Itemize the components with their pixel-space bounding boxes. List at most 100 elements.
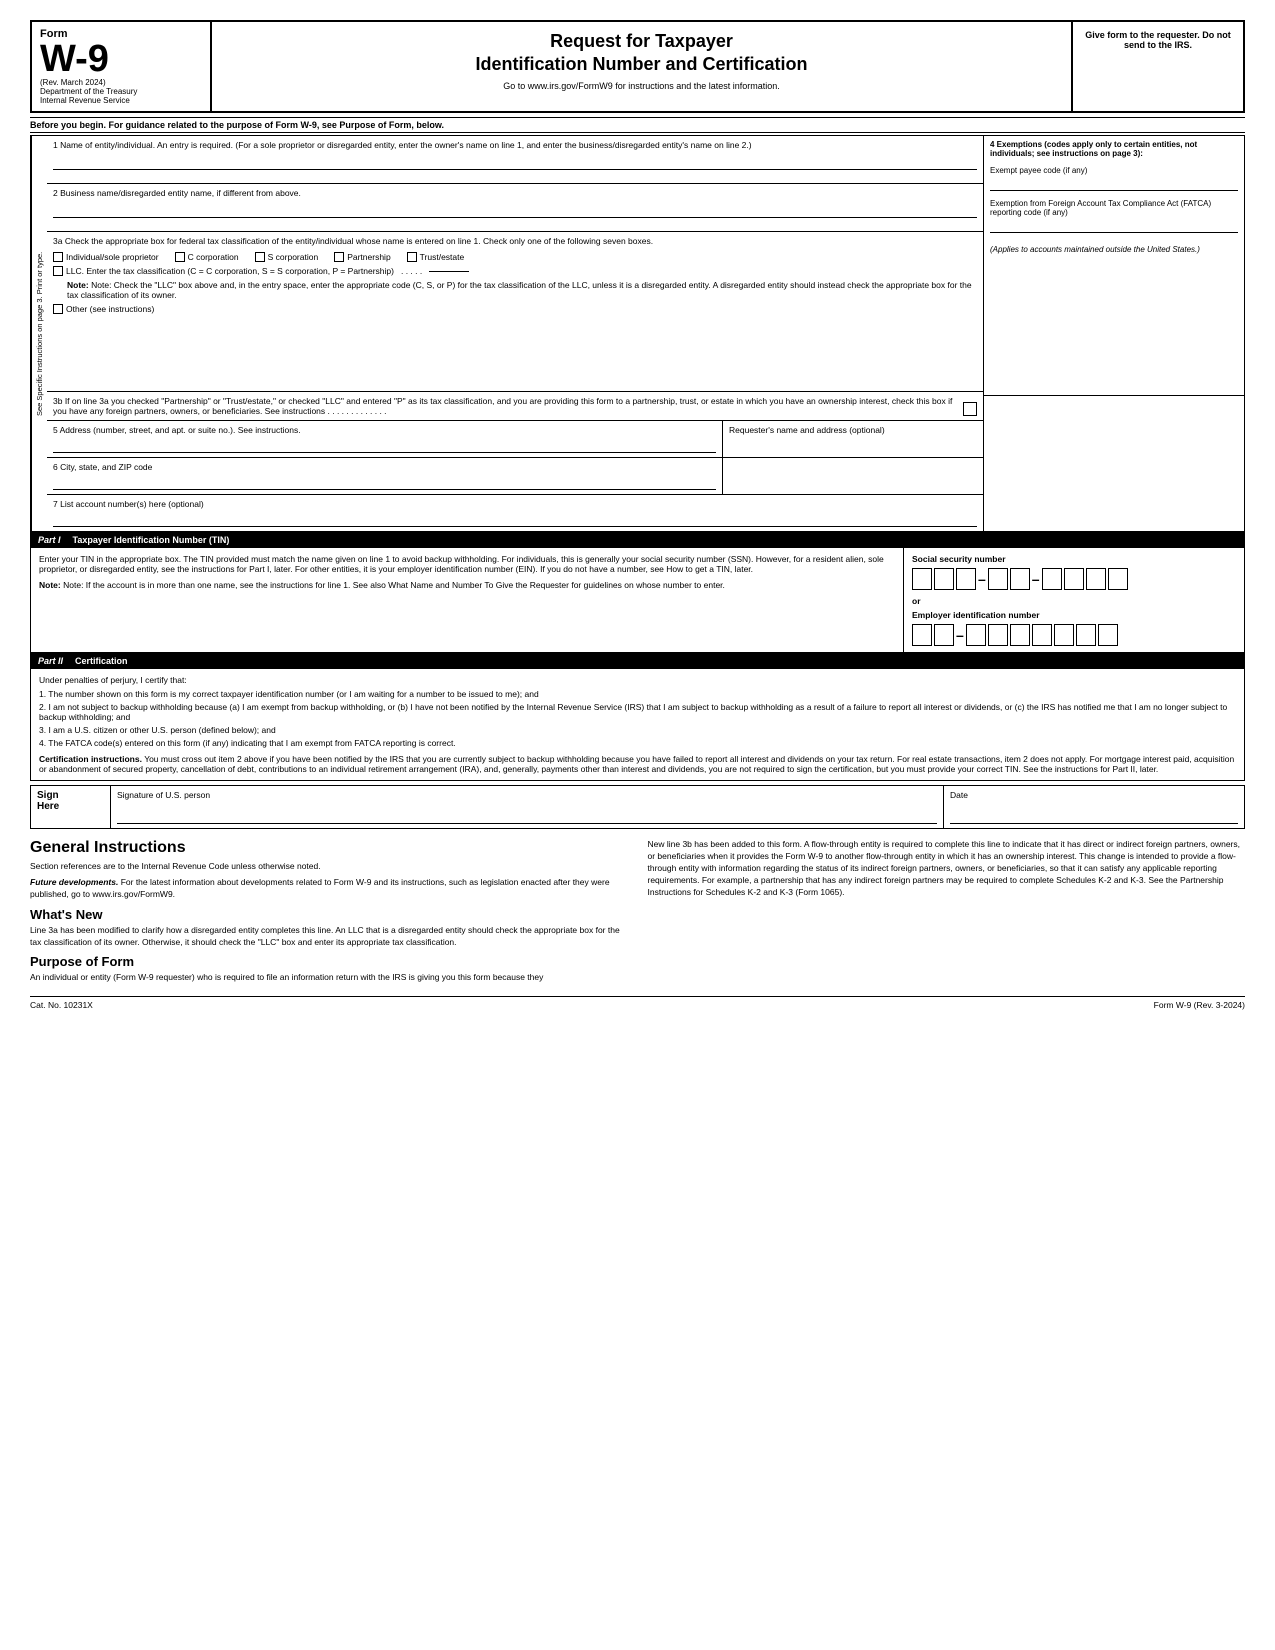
cert-instructions-label: Certification instructions. [39,754,142,764]
field-1-input[interactable] [53,154,977,170]
field-5-label: 5 Address (number, street, and apt. or s… [53,425,716,435]
tin-note: Note: Note: If the account is in more th… [39,580,895,590]
checkbox-s-corp[interactable]: S corporation [255,252,319,262]
ein-cell-1[interactable] [912,624,932,646]
header-form-id: Form W-9 (Rev. March 2024) Department of… [32,22,212,111]
field-1-row: 1 Name of entity/individual. An entry is… [47,136,983,184]
field-5-right: Requester's name and address (optional) [723,421,983,457]
ssn-cell-2[interactable] [934,568,954,590]
ssn-cell-1[interactable] [912,568,932,590]
url-instruction: Go to www.irs.gov/FormW9 for instruction… [222,81,1061,91]
llc-note: Note: Note: Check the "LLC" box above an… [67,280,977,300]
applies-note: (Applies to accounts maintained outside … [990,245,1238,254]
checkbox-llc-box[interactable] [53,266,63,276]
checkbox-individual[interactable]: Individual/sole proprietor [53,252,159,262]
checkbox-partnership-label: Partnership [347,252,390,262]
ein-boxes: – [912,624,1236,646]
page-footer: Cat. No. 10231X Form W-9 (Rev. 3-2024) [30,996,1245,1010]
part-1-header: Part I Taxpayer Identification Number (T… [30,532,1245,548]
cert-item-2: 2. I am not subject to backup withholdin… [39,702,1236,722]
ein-dash: – [956,627,964,643]
field-3a-label: 3a Check the appropriate box for federal… [53,236,977,246]
field-3b-row: 3b If on line 3a you checked "Partnershi… [47,392,983,421]
part-1-title: Taxpayer Identification Number (TIN) [73,535,230,545]
exemptions-section: 4 Exemptions (codes apply only to certai… [984,136,1244,396]
main-form-body: See Specific Instructions on page 3. Pri… [30,135,1245,532]
checkbox-s-corp-box[interactable] [255,252,265,262]
checkbox-trust-box[interactable] [407,252,417,262]
cert-intro: Under penalties of perjury, I certify th… [39,675,1236,685]
form-fields-left: 1 Name of entity/individual. An entry is… [47,136,984,531]
field-5-left: 5 Address (number, street, and apt. or s… [47,421,723,457]
llc-note-text: Note: Check the "LLC" box above and, in … [67,280,972,300]
whats-new-text: Line 3a has been modified to clarify how… [30,925,628,949]
ein-cell-8[interactable] [1076,624,1096,646]
checkbox-partnership[interactable]: Partnership [334,252,390,262]
date-area[interactable]: Date [944,786,1244,828]
form-right-panel: 4 Exemptions (codes apply only to certai… [984,136,1244,531]
cert-item-1: 1. The number shown on this form is my c… [39,689,1236,699]
llc-note-bold: Note: [67,280,89,290]
ssn-cell-5[interactable] [1010,568,1030,590]
field-5-input[interactable] [53,439,716,453]
ein-cell-5[interactable] [1010,624,1030,646]
ssn-cell-8[interactable] [1086,568,1106,590]
or-text: or [912,596,1236,606]
checkbox-row-other: Other (see instructions) [53,304,977,314]
checkbox-other[interactable]: Other (see instructions) [53,304,154,314]
field-6-input[interactable] [53,476,716,490]
cert-item-3: 3. I am a U.S. citizen or other U.S. per… [39,725,1236,735]
ein-cell-4[interactable] [988,624,1008,646]
field-3b-checkbox[interactable] [963,402,977,416]
gen-title: General Instructions [30,839,628,857]
field-3b-text: 3b If on line 3a you checked "Partnershi… [53,396,955,416]
ssn-cell-6[interactable] [1042,568,1062,590]
purpose-title: Purpose of Form [30,954,628,969]
tin-instructions-text: Enter your TIN in the appropriate box. T… [39,554,895,574]
new-line-3b-text: New line 3b has been added to this form.… [648,839,1246,898]
checkbox-s-corp-label: S corporation [268,252,319,262]
llc-dots: . . . . . [401,266,422,276]
ssn-cell-3[interactable] [956,568,976,590]
part-2-label: Part II [38,656,63,666]
checkbox-trust-label: Trust/estate [420,252,465,262]
exempt-payee-input[interactable] [990,177,1238,191]
checkbox-individual-box[interactable] [53,252,63,262]
certification-section: Under penalties of perjury, I certify th… [30,669,1245,781]
ein-cell-9[interactable] [1098,624,1118,646]
field-7-row: 7 List account number(s) here (optional) [47,495,983,531]
form-ref: Form W-9 (Rev. 3-2024) [1154,1000,1245,1010]
checkbox-c-corp-box[interactable] [175,252,185,262]
checkbox-c-corp[interactable]: C corporation [175,252,239,262]
tin-instructions: Enter your TIN in the appropriate box. T… [31,548,904,652]
cert-instructions-text: You must cross out item 2 above if you h… [39,754,1234,774]
ein-cell-6[interactable] [1032,624,1052,646]
part-1-label: Part I [38,535,61,545]
ssn-cell-4[interactable] [988,568,1008,590]
checkbox-llc[interactable]: LLC. Enter the tax classification (C = C… [53,266,469,276]
ssn-cell-7[interactable] [1064,568,1084,590]
ssn-cell-9[interactable] [1108,568,1128,590]
ein-cell-3[interactable] [966,624,986,646]
field-5-row: 5 Address (number, street, and apt. or s… [47,421,983,458]
ein-cell-2[interactable] [934,624,954,646]
fatca-input[interactable] [990,219,1238,233]
field-2-input[interactable] [53,202,977,218]
field-7-input[interactable] [53,513,977,527]
checkbox-partnership-box[interactable] [334,252,344,262]
part-2-header: Part II Certification [30,653,1245,669]
date-input[interactable] [950,804,1238,824]
ein-cell-7[interactable] [1054,624,1074,646]
form-header: Form W-9 (Rev. March 2024) Department of… [30,20,1245,113]
cat-no: Cat. No. 10231X [30,1000,93,1010]
fatca-title: Exemption from Foreign Account Tax Compl… [990,199,1238,217]
field-2-row: 2 Business name/disregarded entity name,… [47,184,983,232]
header-title: Request for Taxpayer Identification Numb… [212,22,1073,111]
part-2-title: Certification [75,656,128,666]
signature-area[interactable]: Signature of U.S. person [111,786,944,828]
gen-right-col: New line 3b has been added to this form.… [648,839,1246,988]
checkbox-other-box[interactable] [53,304,63,314]
title-line1: Request for Taxpayer [550,31,733,51]
signature-input[interactable] [117,804,937,824]
checkbox-trust[interactable]: Trust/estate [407,252,465,262]
